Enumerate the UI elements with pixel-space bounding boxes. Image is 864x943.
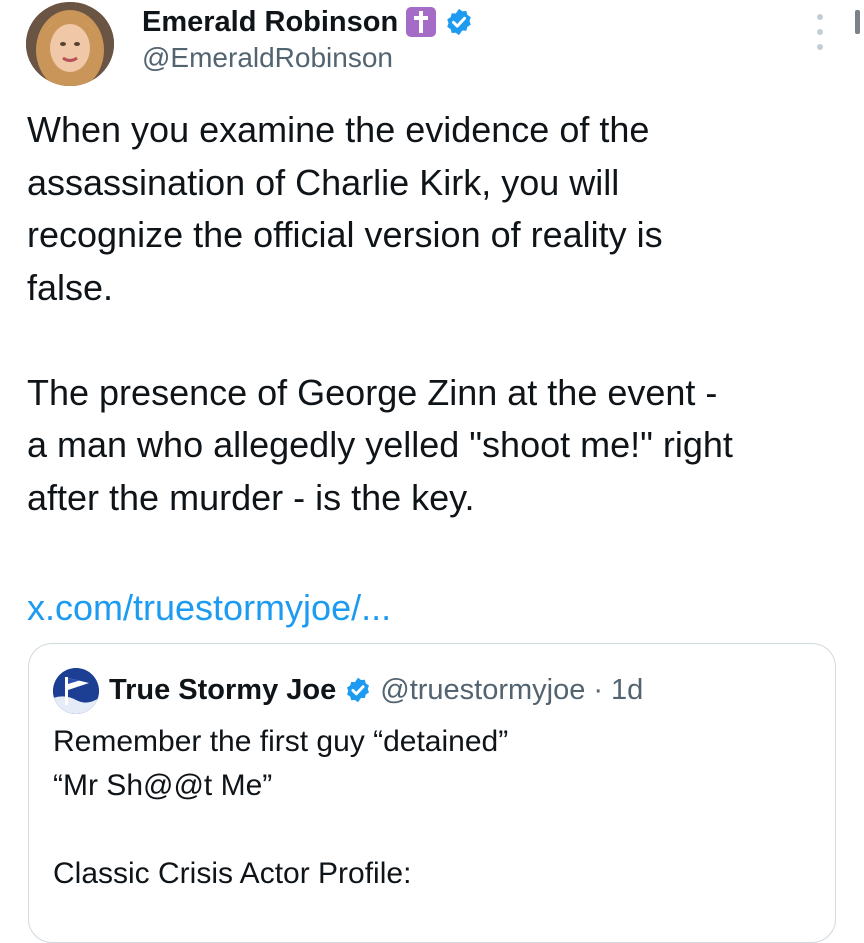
post-text-line: recognize the official version of realit… <box>27 214 663 255</box>
author-handle[interactable]: @EmeraldRobinson <box>142 42 393 74</box>
quoted-post-header: True Stormy Joe @truestormyjoe · 1d <box>109 670 643 710</box>
quoted-text-line: Remember the first guy “detained” <box>53 725 509 758</box>
author-avatar-image <box>26 2 114 86</box>
post-text-line: The presence of George Zinn at the event… <box>27 371 718 413</box>
author-display-name[interactable]: Emerald Robinson <box>142 6 398 39</box>
post: Emerald Robinson @EmeraldRobinson When y… <box>0 0 864 943</box>
post-text-line: false. <box>27 266 114 308</box>
flag-icon <box>53 668 99 714</box>
more-dot-icon <box>817 44 823 50</box>
quoted-post-card[interactable]: True Stormy Joe @truestormyjoe · 1d Reme… <box>28 643 836 943</box>
verified-badge-icon[interactable] <box>344 676 372 704</box>
quoted-author-display-name[interactable]: True Stormy Joe <box>109 674 336 707</box>
quoted-author-handle[interactable]: @truestormyjoe <box>380 674 585 707</box>
post-text: When you examine the evidence of the ass… <box>27 104 847 524</box>
author-name-row: Emerald Robinson <box>142 2 474 42</box>
quoted-author-avatar[interactable] <box>53 668 99 714</box>
more-dot-icon <box>817 14 823 20</box>
quoted-text-line: Classic Crisis Actor Profile: <box>53 857 412 890</box>
verified-badge-icon[interactable] <box>444 7 474 37</box>
post-text-line: When you examine the evidence of the <box>27 109 650 150</box>
latin-cross-icon <box>406 7 437 37</box>
quoted-post-time[interactable]: 1d <box>611 674 643 707</box>
author-avatar[interactable] <box>26 2 114 86</box>
scrollbar-thumb[interactable] <box>855 10 860 34</box>
quoted-post-text: Remember the first guy “detained” “Mr Sh… <box>53 720 508 896</box>
meta-separator: · <box>593 673 604 706</box>
quoted-text-line: “Mr Sh@@t Me” <box>53 769 273 802</box>
post-text-line: assassination of Charlie Kirk, you will <box>27 161 620 203</box>
more-options-button[interactable] <box>808 14 832 50</box>
more-dot-icon <box>817 29 823 35</box>
post-text-line: a man who allegedly yelled "shoot me!" r… <box>27 424 733 465</box>
post-link[interactable]: x.com/truestormyjoe/... <box>27 582 391 634</box>
post-text-line: after the murder - is the key. <box>27 476 475 518</box>
